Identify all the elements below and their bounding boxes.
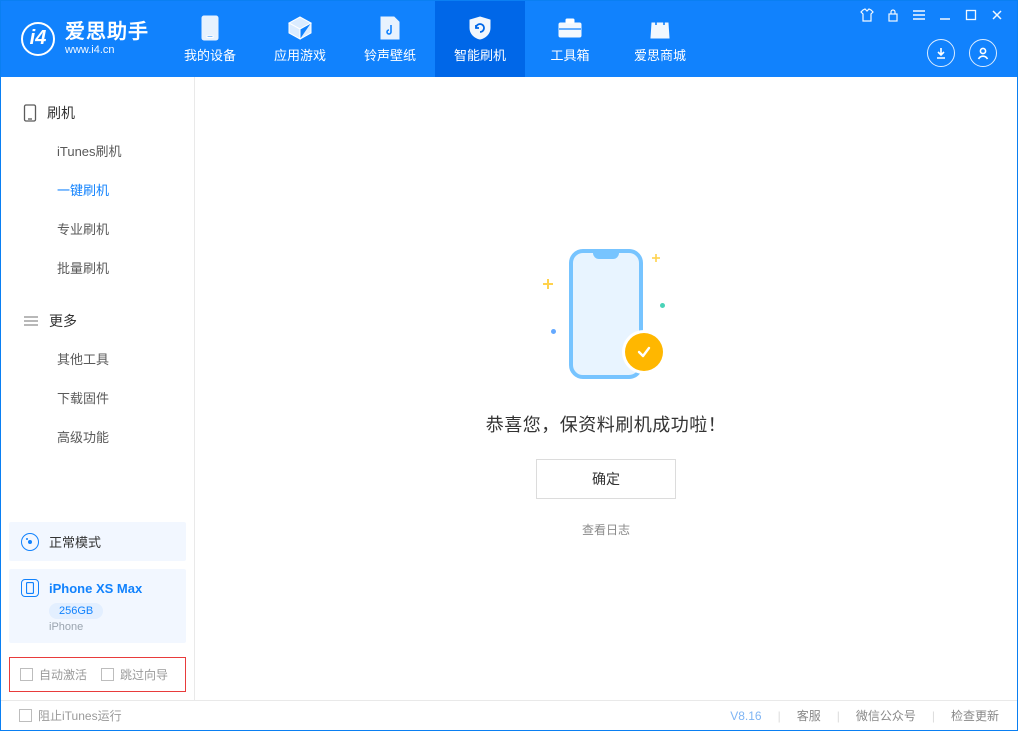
app-logo: i4 爱思助手 www.i4.cn — [1, 21, 165, 57]
sidebar-item-other-tools[interactable]: 其他工具 — [1, 339, 194, 378]
app-title: 爱思助手 — [65, 21, 149, 44]
list-icon — [23, 315, 39, 327]
dot-icon — [660, 303, 665, 308]
device-icon — [197, 15, 223, 41]
success-illustration — [531, 239, 681, 389]
footer-link-support[interactable]: 客服 — [797, 707, 821, 724]
sidebar-item-batch-flash[interactable]: 批量刷机 — [1, 248, 194, 287]
app-url: www.i4.cn — [65, 44, 149, 57]
checkbox-label: 自动激活 — [39, 666, 87, 683]
checkbox-block-itunes[interactable]: 阻止iTunes运行 — [19, 707, 122, 724]
refresh-shield-icon — [467, 15, 493, 41]
sidebar-item-oneclick-flash[interactable]: 一键刷机 — [1, 170, 194, 209]
checkbox-label: 阻止iTunes运行 — [38, 707, 122, 724]
nav-apps-games[interactable]: 应用游戏 — [255, 1, 345, 77]
checkbox-icon — [20, 668, 33, 681]
footer-link-wechat[interactable]: 微信公众号 — [856, 707, 916, 724]
nav-ringtone-wallpaper[interactable]: 铃声壁纸 — [345, 1, 435, 77]
phone-small-icon — [21, 579, 39, 597]
ok-button[interactable]: 确定 — [536, 459, 676, 499]
device-type: iPhone — [49, 621, 174, 633]
window-controls — [859, 7, 1005, 23]
mode-icon — [21, 533, 39, 551]
nav-label: 我的设备 — [184, 45, 236, 64]
briefcase-icon — [557, 15, 583, 41]
sidebar-group-more: 更多 — [1, 301, 194, 339]
nav-label: 工具箱 — [550, 45, 589, 64]
bag-icon — [647, 15, 673, 41]
dot-icon — [551, 329, 556, 334]
nav-label: 铃声壁纸 — [364, 45, 416, 64]
sidebar-item-itunes-flash[interactable]: iTunes刷机 — [1, 131, 194, 170]
header-utility — [927, 39, 997, 67]
nav-label: 应用游戏 — [274, 45, 326, 64]
device-capacity: 256GB — [49, 603, 103, 619]
nav-toolbox[interactable]: 工具箱 — [525, 1, 615, 77]
checkbox-skip-guide[interactable]: 跳过向导 — [101, 666, 168, 683]
sidebar: 刷机 iTunes刷机 一键刷机 专业刷机 批量刷机 更多 其他工具 下载固件 … — [1, 77, 195, 700]
logo-icon: i4 — [21, 22, 55, 56]
footer-link-update[interactable]: 检查更新 — [951, 707, 999, 724]
sidebar-item-advanced[interactable]: 高级功能 — [1, 417, 194, 456]
device-mode-box[interactable]: 正常模式 — [9, 522, 186, 561]
version-label: V8.16 — [730, 709, 761, 723]
footer: 阻止iTunes运行 V8.16 | 客服 | 微信公众号 | 检查更新 — [1, 700, 1017, 730]
user-icon[interactable] — [969, 39, 997, 67]
nav-smart-flash[interactable]: 智能刷机 — [435, 1, 525, 77]
sidebar-group-flash: 刷机 — [1, 93, 194, 131]
sparkle-icon — [652, 254, 660, 262]
main-content: 恭喜您，保资料刷机成功啦！ 确定 查看日志 — [195, 77, 1017, 700]
checkbox-label: 跳过向导 — [120, 666, 168, 683]
group-title: 刷机 — [47, 103, 75, 123]
mode-label: 正常模式 — [49, 532, 101, 551]
nav-my-device[interactable]: 我的设备 — [165, 1, 255, 77]
device-info-box[interactable]: iPhone XS Max 256GB iPhone — [9, 569, 186, 643]
maximize-icon[interactable] — [963, 7, 979, 23]
lock-icon[interactable] — [885, 7, 901, 23]
checkbox-icon — [101, 668, 114, 681]
success-check-icon — [625, 333, 663, 371]
sidebar-item-pro-flash[interactable]: 专业刷机 — [1, 209, 194, 248]
header: i4 爱思助手 www.i4.cn 我的设备 应用游戏 铃声壁纸 智能刷机 工具… — [1, 1, 1017, 77]
menu-icon[interactable] — [911, 7, 927, 23]
nav-label: 爱思商城 — [634, 45, 686, 64]
sidebar-item-download-firmware[interactable]: 下载固件 — [1, 378, 194, 417]
minimize-icon[interactable] — [937, 7, 953, 23]
shirt-icon[interactable] — [859, 7, 875, 23]
phone-icon — [23, 104, 37, 122]
close-icon[interactable] — [989, 7, 1005, 23]
nav-label: 智能刷机 — [454, 45, 506, 64]
group-title: 更多 — [49, 311, 77, 331]
main-nav: 我的设备 应用游戏 铃声壁纸 智能刷机 工具箱 爱思商城 — [165, 1, 705, 77]
download-icon[interactable] — [927, 39, 955, 67]
success-message: 恭喜您，保资料刷机成功啦！ — [486, 411, 727, 437]
sparkle-icon — [543, 279, 553, 289]
flash-options-row: 自动激活 跳过向导 — [9, 657, 186, 692]
cube-icon — [287, 15, 313, 41]
device-name: iPhone XS Max — [49, 581, 142, 596]
view-log-link[interactable]: 查看日志 — [582, 521, 630, 538]
nav-store[interactable]: 爱思商城 — [615, 1, 705, 77]
music-file-icon — [377, 15, 403, 41]
checkbox-icon — [19, 709, 32, 722]
checkbox-auto-activate[interactable]: 自动激活 — [20, 666, 87, 683]
